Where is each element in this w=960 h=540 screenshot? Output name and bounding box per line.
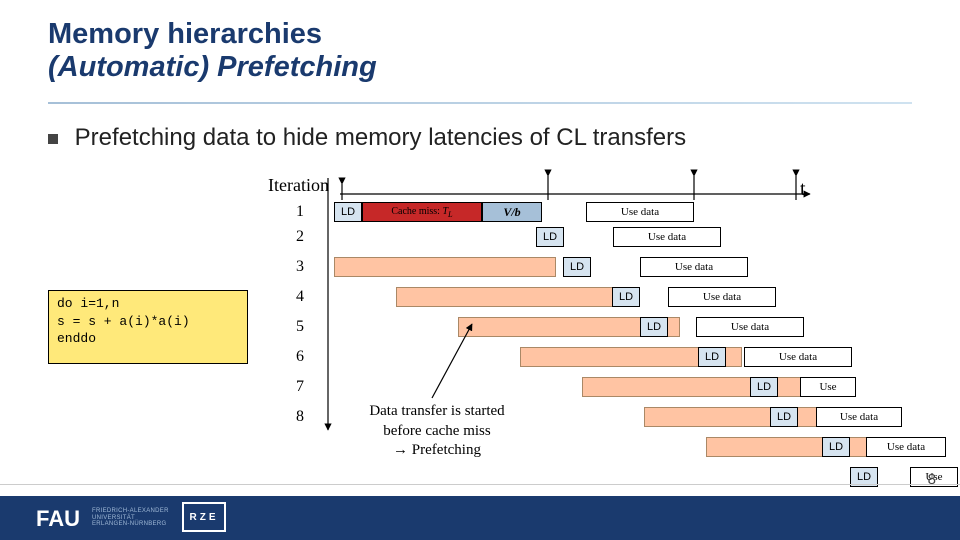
bullet-icon <box>48 134 58 144</box>
ld-6: LD <box>698 347 726 367</box>
iter-3: 3 <box>296 258 304 276</box>
ld-3: LD <box>563 257 591 277</box>
title-divider <box>48 102 912 104</box>
ld-9: LD <box>822 437 850 457</box>
use-7: Use <box>800 377 856 397</box>
use-8: Use data <box>816 407 902 427</box>
caption-l3: → Prefetching <box>342 441 532 461</box>
use-1: Use data <box>586 202 694 222</box>
caption-l1: Data transfer is started <box>342 402 532 422</box>
cache-miss-bar: Cache miss: TL <box>362 202 482 222</box>
vb-bar-1: V/b <box>482 202 542 222</box>
iter-8: 8 <box>296 408 304 426</box>
code-line-1: do i=1,n <box>57 295 239 313</box>
prefetch-4 <box>396 287 618 307</box>
ld-1: LD <box>334 202 362 222</box>
use-9: Use data <box>866 437 946 457</box>
vb-text: V/b <box>483 203 541 221</box>
bullet-text: Prefetching data to hide memory latencie… <box>75 124 686 151</box>
iter-6: 6 <box>296 348 304 366</box>
caption-l2: before cache miss <box>342 422 532 442</box>
fau-sub: FRIEDRICH-ALEXANDERUNIVERSITÄTERLANGEN-N… <box>92 508 169 528</box>
time-axis-label: t <box>800 178 806 201</box>
ld-4: LD <box>612 287 640 307</box>
caption: Data transfer is started before cache mi… <box>342 402 532 461</box>
use-2: Use data <box>613 227 721 247</box>
use-4: Use data <box>668 287 776 307</box>
iter-2: 2 <box>296 228 304 246</box>
iter-4: 4 <box>296 288 304 306</box>
ld-5: LD <box>640 317 668 337</box>
use-6: Use data <box>744 347 852 367</box>
iter-1: 1 <box>296 203 304 221</box>
page-number: 8 <box>928 471 936 488</box>
TL: TL <box>442 206 452 217</box>
ld-7: LD <box>750 377 778 397</box>
code-line-3: enddo <box>57 330 239 348</box>
use-5: Use data <box>696 317 804 337</box>
footer-divider <box>0 484 960 485</box>
cache-miss-text: Cache miss: <box>391 206 440 217</box>
ld-8: LD <box>770 407 798 427</box>
code-line-2: s = s + a(i)*a(i) <box>57 313 239 331</box>
rrze-logo: RZE <box>182 502 226 532</box>
use-3: Use data <box>640 257 748 277</box>
title-line-1: Memory hierarchies <box>48 18 377 51</box>
iter-7: 7 <box>296 378 304 396</box>
prefetch-3 <box>334 257 556 277</box>
title-line-2: (Automatic) Prefetching <box>48 51 377 84</box>
iter-5: 5 <box>296 318 304 336</box>
fau-logo: FAU <box>36 506 80 532</box>
code-box: do i=1,n s = s + a(i)*a(i) enddo <box>48 290 248 364</box>
iteration-label: Iteration <box>268 175 329 196</box>
ld-2: LD <box>536 227 564 247</box>
bullet-prefetching: Prefetching data to hide memory latencie… <box>48 124 686 152</box>
